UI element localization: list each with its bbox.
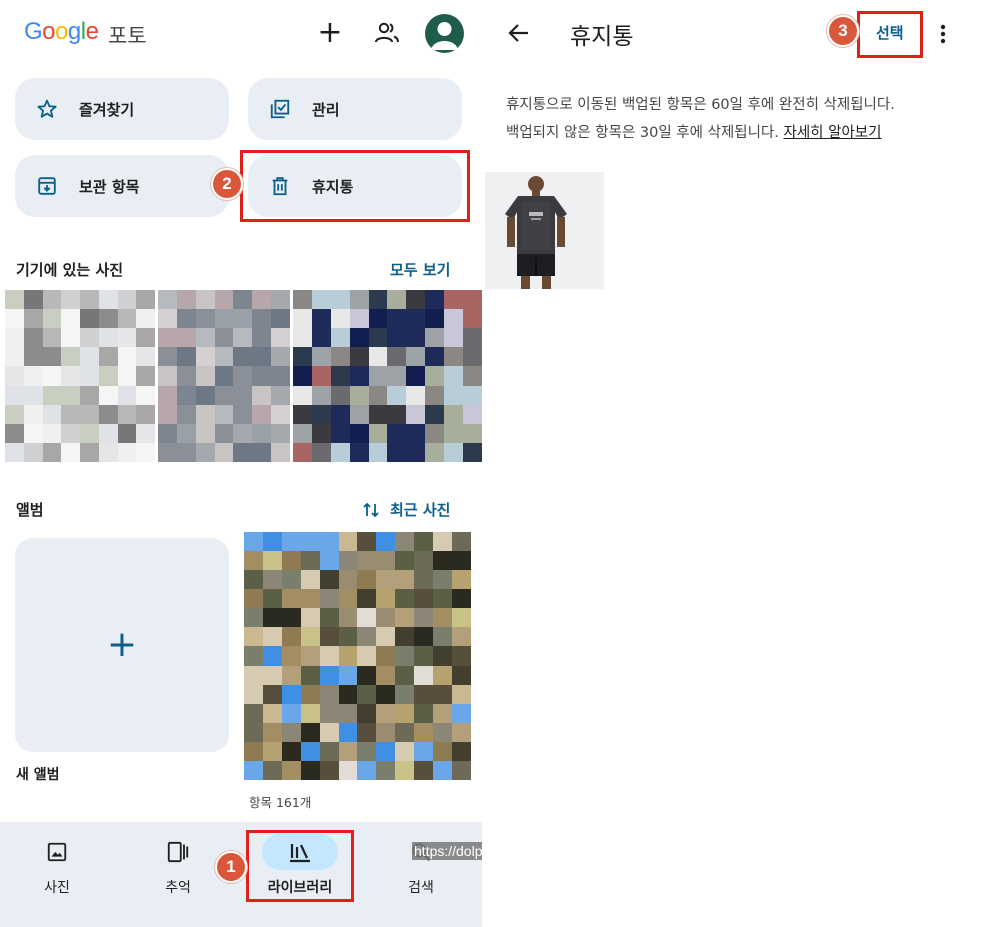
trash-screen: 휴지통 선택 휴지통으로 이동된 백업된 항목은 60일 후에 완전히 삭제됩니… bbox=[482, 0, 985, 927]
archive-label: 보관 항목 bbox=[79, 177, 140, 196]
back-arrow-icon[interactable] bbox=[506, 18, 532, 48]
highlight-select bbox=[857, 11, 923, 58]
memories-icon bbox=[166, 840, 190, 864]
info-line-1: 휴지통으로 이동된 백업된 항목은 60일 후에 완전히 삭제됩니다. bbox=[506, 97, 895, 113]
device-photo-2[interactable] bbox=[158, 290, 290, 462]
album-cover[interactable] bbox=[244, 532, 471, 780]
app-name: 포토 bbox=[108, 24, 147, 48]
sort-label: 최근 사진 bbox=[390, 501, 451, 519]
google-logo: Google bbox=[24, 18, 99, 46]
new-album-label: 새 앨범 bbox=[16, 767, 60, 783]
trashed-photo-thumbnail[interactable] bbox=[485, 172, 604, 289]
manage-icon bbox=[268, 97, 292, 121]
step-badge-3: 3 bbox=[827, 15, 859, 47]
nav-search-label: 검색 bbox=[408, 880, 434, 896]
favorites-label: 즐겨찾기 bbox=[79, 100, 135, 119]
sort-icon bbox=[363, 502, 379, 517]
view-all-link[interactable]: 모두 보기 bbox=[390, 259, 450, 280]
nav-photos-label: 사진 bbox=[44, 880, 70, 896]
logo-letter: e bbox=[85, 18, 99, 45]
logo-letter: g bbox=[67, 18, 81, 45]
shared-people-icon[interactable] bbox=[372, 18, 402, 48]
sort-recent-button[interactable]: 최근 사진 bbox=[362, 499, 450, 520]
device-photos-strip bbox=[5, 290, 482, 462]
logo-letter: G bbox=[24, 18, 43, 45]
more-options-icon[interactable] bbox=[938, 20, 948, 48]
logo-letter: o bbox=[55, 18, 68, 45]
step-badge-1: 1 bbox=[215, 851, 247, 883]
create-plus-icon[interactable]: + bbox=[315, 16, 345, 50]
account-avatar[interactable] bbox=[425, 14, 464, 53]
star-icon bbox=[35, 97, 59, 121]
device-photo-3[interactable] bbox=[293, 290, 482, 462]
top-app-bar: Google 포토 + bbox=[0, 0, 482, 66]
device-photos-title: 기기에 있는 사진 bbox=[16, 261, 124, 279]
new-album-card[interactable]: + bbox=[15, 538, 229, 752]
archive-icon bbox=[35, 174, 59, 198]
info-line-2-text: 백업되지 않은 항목은 30일 후에 삭제됩니다. bbox=[506, 125, 779, 141]
learn-more-link[interactable]: 자세히 알아보기 bbox=[784, 125, 882, 141]
trash-info-text: 휴지통으로 이동된 백업된 항목은 60일 후에 완전히 삭제됩니다. 백업되지… bbox=[506, 91, 976, 147]
nav-photos[interactable]: 사진 bbox=[0, 822, 117, 927]
step-badge-2: 2 bbox=[211, 168, 243, 200]
archive-tile[interactable]: 보관 항목 bbox=[15, 155, 229, 217]
device-photo-1[interactable] bbox=[5, 290, 155, 462]
nav-search[interactable]: 검색 bbox=[361, 822, 481, 927]
highlight-library bbox=[246, 830, 354, 902]
nav-memories-label: 추억 bbox=[165, 880, 191, 896]
favorites-tile[interactable]: 즐겨찾기 bbox=[15, 78, 229, 140]
logo-letter: o bbox=[42, 18, 56, 45]
manage-label: 관리 bbox=[312, 100, 340, 119]
manage-tile[interactable]: 관리 bbox=[248, 78, 462, 140]
library-screen: Google 포토 + 즐겨찾기 관리 보관 항목 휴지통 기기에 있는 사진 … bbox=[0, 0, 573, 927]
plus-icon: + bbox=[106, 624, 138, 665]
highlight-trash bbox=[240, 150, 470, 222]
photo-icon bbox=[45, 840, 69, 864]
albums-title: 앨범 bbox=[16, 501, 44, 519]
album-count: 항목 161개 bbox=[249, 795, 312, 810]
info-line-2: 백업되지 않은 항목은 30일 후에 삭제됩니다. 자세히 알아보기 bbox=[506, 119, 976, 147]
page-title: 휴지통 bbox=[570, 24, 634, 50]
